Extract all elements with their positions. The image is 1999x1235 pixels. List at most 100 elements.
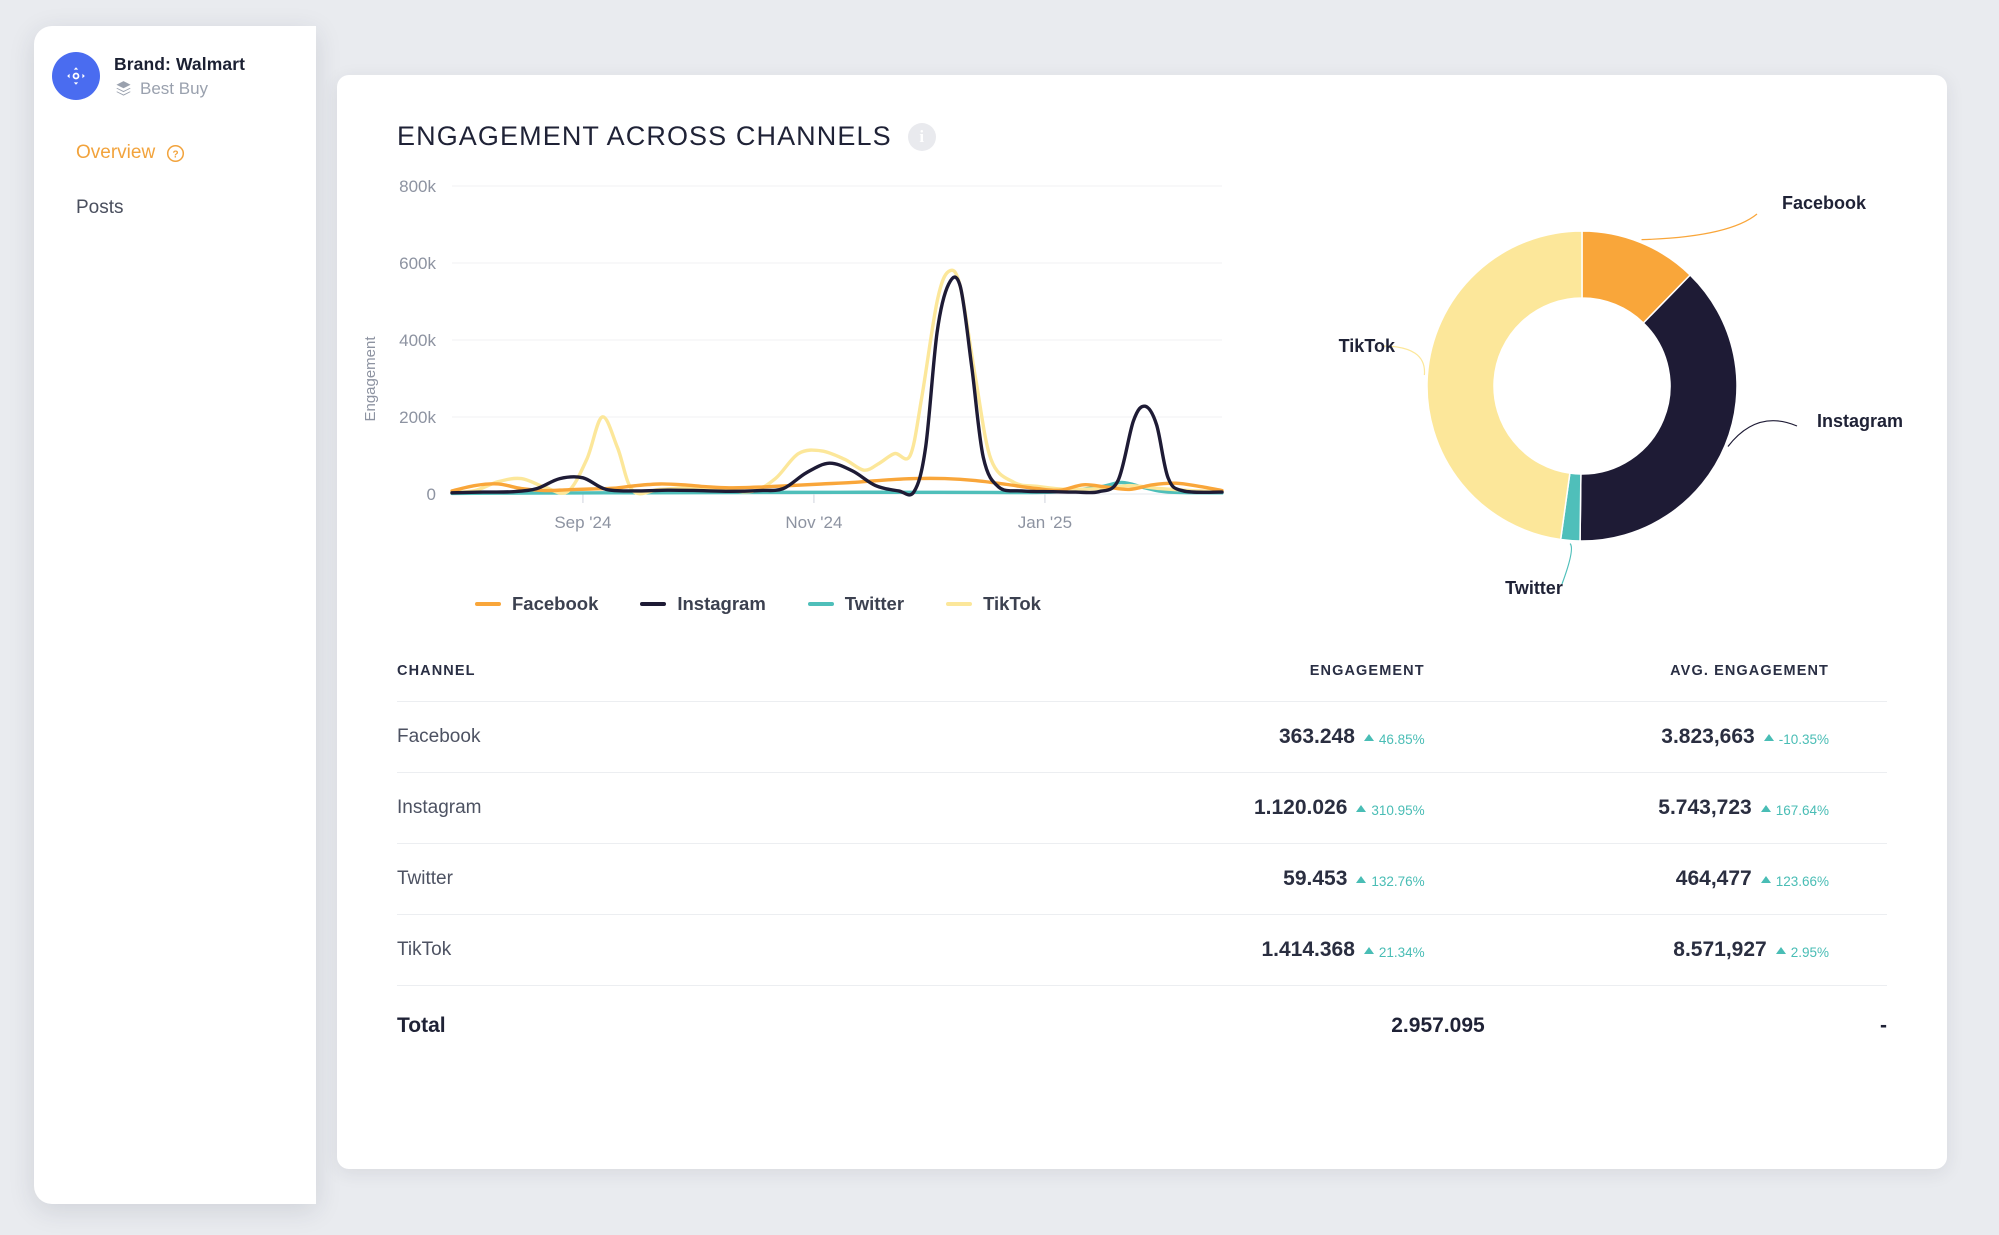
num-cell: 363.248 46.85% bbox=[1279, 725, 1425, 749]
table-body: Facebook 363.248 46.85% 3.823,663 -10.35% Ins… bbox=[397, 701, 1887, 986]
line-chart-series bbox=[450, 268, 1224, 497]
cell-engagement: 59.453 132.76% bbox=[1082, 844, 1484, 915]
table-row[interactable]: Instagram 1.120.026 310.95% 5.743,723 167.64… bbox=[397, 772, 1887, 844]
engagement-delta-value: 310.95% bbox=[1371, 803, 1425, 818]
legend-item-twitter[interactable]: Twitter bbox=[807, 593, 904, 615]
line-chart-x-ticks: Sep '24 Nov '24 Jan '25 bbox=[452, 493, 1222, 532]
main-content-card: ENGAGEMENT ACROSS CHANNELS i 0 200k 400k 60… bbox=[337, 75, 1947, 1169]
cell-engagement: 363.248 46.85% bbox=[1082, 702, 1484, 773]
line-chart-y-ticks: 0 200k 400k 600k 800k bbox=[399, 177, 436, 504]
y-tick-label: 400k bbox=[399, 331, 436, 350]
channel-table: CHANNEL ENGAGEMENT AVG. ENGAGEMENT Faceb… bbox=[397, 663, 1887, 1038]
total-avg-engagement-value: - bbox=[1880, 1014, 1887, 1037]
donut-label-facebook: Facebook bbox=[1782, 193, 1867, 213]
brand-header[interactable]: Brand: Walmart Best Buy bbox=[34, 26, 316, 100]
avg-engagement-delta: 167.64% bbox=[1760, 803, 1829, 818]
question-circle-icon[interactable]: ? bbox=[166, 144, 185, 163]
cell-avg-engagement: 5.743,723 167.64% bbox=[1485, 773, 1887, 844]
triangle-up-icon bbox=[1760, 805, 1771, 812]
legend-item-facebook[interactable]: Facebook bbox=[475, 593, 598, 615]
avg-engagement-delta: 2.95% bbox=[1775, 945, 1829, 960]
table-row[interactable]: Twitter 59.453 132.76% 464,477 123.66% bbox=[397, 843, 1887, 915]
legend-item-tiktok[interactable]: TikTok bbox=[946, 593, 1041, 615]
total-label-text: Total bbox=[397, 1014, 446, 1037]
legend-item-instagram[interactable]: Instagram bbox=[640, 593, 766, 615]
brand-title: Brand: Walmart bbox=[114, 53, 246, 74]
donut-leader-line-facebook bbox=[1641, 213, 1758, 241]
engagement-delta: 132.76% bbox=[1356, 874, 1425, 889]
charts-row: 0 200k 400k 600k 800k Sep '24 Nov '24 Jan '25 … bbox=[337, 164, 1947, 629]
info-icon[interactable]: i bbox=[907, 122, 936, 151]
table-head: CHANNEL ENGAGEMENT AVG. ENGAGEMENT bbox=[397, 663, 1887, 702]
sidebar-item-posts[interactable]: Posts bbox=[34, 189, 316, 227]
donut-label-twitter: Twitter bbox=[1505, 578, 1563, 598]
sidebar-nav: Overview ? Posts bbox=[34, 134, 316, 227]
donut-slice-tiktok[interactable] bbox=[1426, 230, 1583, 541]
avg-engagement-delta-value: -10.35% bbox=[1778, 732, 1829, 747]
cell-avg-engagement-value: 8.571,927 bbox=[1673, 938, 1767, 961]
avg-engagement-delta: -10.35% bbox=[1763, 732, 1829, 747]
cell-avg-engagement: 8.571,927 2.95% bbox=[1485, 915, 1887, 986]
triangle-up-icon bbox=[1356, 805, 1367, 812]
sidebar-item-overview[interactable]: Overview ? bbox=[34, 134, 316, 172]
line-chart-svg: 0200k400k600k800k Sep '24 Nov '24 Jan '25 … bbox=[362, 177, 1224, 532]
num-cell: 1.414.368 21.34% bbox=[1261, 938, 1424, 962]
num-cell: 3.823,663 -10.35% bbox=[1661, 725, 1829, 749]
engagement-delta-value: 21.34% bbox=[1378, 945, 1425, 960]
y-tick-label: 0 bbox=[427, 485, 436, 504]
num-cell: 5.743,723 167.64% bbox=[1658, 796, 1829, 820]
num-cell: 1.120.026 310.95% bbox=[1254, 796, 1425, 820]
cell-avg-engagement-value: 464,477 bbox=[1675, 867, 1752, 890]
line-chart-y-axis-label: Engagement bbox=[362, 336, 379, 422]
page-title: ENGAGEMENT ACROSS CHANNELS bbox=[397, 121, 892, 151]
triangle-up-icon bbox=[1363, 734, 1374, 741]
x-tick-label: Nov '24 bbox=[785, 513, 842, 532]
brand-avatar bbox=[52, 52, 100, 100]
y-tick-label: 800k bbox=[399, 177, 436, 196]
triangle-up-icon bbox=[1775, 947, 1786, 954]
table-header-channel[interactable]: CHANNEL bbox=[397, 663, 1082, 702]
legend-dash-instagram bbox=[640, 602, 667, 606]
total-label: Total bbox=[397, 986, 1082, 1039]
line-chart-legend: Facebook Instagram Twitter TikTok bbox=[357, 593, 1237, 615]
donut-label-tiktok: TikTok bbox=[1339, 336, 1396, 356]
num-cell: 59.453 132.76% bbox=[1283, 867, 1425, 891]
donut-slices bbox=[1426, 230, 1738, 542]
engagement-delta: 21.34% bbox=[1363, 945, 1425, 960]
total-engagement-value: 2.957.095 bbox=[1391, 1014, 1485, 1037]
cell-avg-engagement: 464,477 123.66% bbox=[1485, 844, 1887, 915]
legend-dash-facebook bbox=[475, 602, 501, 606]
table-row[interactable]: TikTok 1.414.368 21.34% 8.571,927 2.95% bbox=[397, 914, 1887, 986]
legend-label-tiktok: TikTok bbox=[983, 593, 1041, 614]
cell-avg-engagement-value: 5.743,723 bbox=[1658, 796, 1752, 819]
legend-dash-tiktok bbox=[946, 602, 973, 606]
line-chart-gridlines bbox=[452, 185, 1222, 495]
cell-channel: Twitter bbox=[397, 868, 453, 889]
table-header-avg-engagement[interactable]: AVG. ENGAGEMENT bbox=[1485, 663, 1887, 702]
avg-engagement-delta-value: 2.95% bbox=[1790, 945, 1829, 960]
x-tick-label: Jan '25 bbox=[1018, 513, 1072, 532]
engagement-delta-value: 46.85% bbox=[1378, 732, 1425, 747]
y-tick-label: 600k bbox=[399, 254, 436, 273]
cell-engagement-value: 363.248 bbox=[1278, 725, 1355, 748]
cell-channel: Facebook bbox=[397, 726, 481, 747]
total-engagement: 2.957.095 bbox=[1082, 986, 1484, 1039]
num-cell: 8.571,927 2.95% bbox=[1673, 938, 1829, 962]
triangle-up-icon bbox=[1760, 876, 1771, 883]
move-target-icon bbox=[67, 67, 85, 85]
engagement-donut-chart: Facebook Instagram Twitter TikTok bbox=[1237, 164, 1947, 629]
triangle-up-icon bbox=[1356, 876, 1367, 883]
table-row[interactable]: Facebook 363.248 46.85% 3.823,663 -10.35% bbox=[397, 701, 1887, 773]
brand-text: Brand: Walmart Best Buy bbox=[114, 54, 245, 99]
legend-dash-twitter bbox=[807, 602, 834, 606]
engagement-delta-value: 132.76% bbox=[1371, 874, 1425, 889]
table-header-engagement[interactable]: ENGAGEMENT bbox=[1082, 663, 1484, 702]
sidebar-item-overview-label: Overview bbox=[76, 142, 156, 163]
donut-slice-instagram[interactable] bbox=[1579, 273, 1738, 542]
donut-chart-svg: Facebook Instagram Twitter TikTok bbox=[1339, 193, 1903, 598]
avg-engagement-delta-value: 123.66% bbox=[1775, 874, 1829, 889]
line-series-instagram bbox=[450, 275, 1224, 497]
cell-engagement: 1.120.026 310.95% bbox=[1082, 773, 1484, 844]
cell-avg-engagement: 3.823,663 -10.35% bbox=[1485, 702, 1887, 773]
triangle-up-icon bbox=[1363, 947, 1374, 954]
